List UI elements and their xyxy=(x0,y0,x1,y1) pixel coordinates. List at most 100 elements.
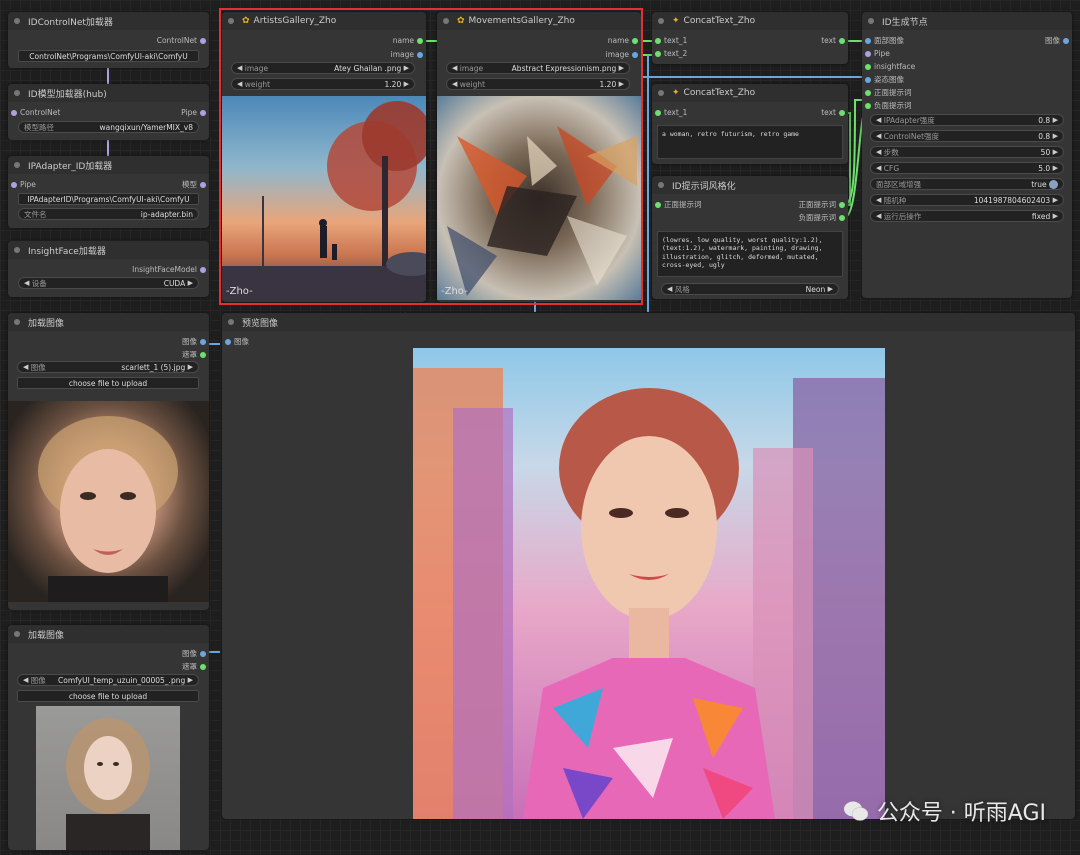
face-photo-illustration xyxy=(38,416,178,602)
model-path-widget[interactable]: 模型路径 wangqixun/YamerMIX_v8 xyxy=(18,121,199,133)
input-socket[interactable] xyxy=(11,110,17,116)
arrow-right-icon[interactable]: ▶ xyxy=(1053,116,1058,124)
input-label: text_2 xyxy=(664,49,688,58)
pose-reference-photo xyxy=(36,706,180,850)
pose-photo-illustration xyxy=(66,718,150,850)
output-socket[interactable] xyxy=(200,182,206,188)
image-select-widget[interactable]: ◀ 图像 scarlett_1 (5).jpg ▶ xyxy=(17,361,199,373)
controlnet-path-field[interactable]: ControlNet\Programs\ComfyUI-aki\ComfyU xyxy=(18,50,199,62)
output-socket[interactable] xyxy=(839,38,845,44)
device-widget[interactable]: ◀ 设备 CUDA ▶ xyxy=(18,277,199,289)
filename-widget[interactable]: 文件名 ip-adapter.bin xyxy=(18,208,199,220)
node-title: IDControlNet加载器 xyxy=(28,17,113,28)
input-socket-pose-image[interactable] xyxy=(865,77,871,83)
input-label: 正面提示词 xyxy=(874,88,912,97)
controlnet-strength-widget[interactable]: ◀ ControlNet强度 0.8 ▶ xyxy=(870,130,1064,142)
input-socket-text2[interactable] xyxy=(655,51,661,57)
output-label: 遮罩 xyxy=(182,350,197,359)
cfg-widget[interactable]: ◀ CFG 5.0 ▶ xyxy=(870,162,1064,174)
node-title: IPAdapter_ID加载器 xyxy=(28,161,113,172)
output-socket[interactable] xyxy=(1063,38,1069,44)
input-socket-image[interactable] xyxy=(225,339,231,345)
arrow-left-icon[interactable]: ◀ xyxy=(876,116,881,124)
arrow-left-icon[interactable]: ◀ xyxy=(876,212,881,220)
style-widget[interactable]: ◀ 风格 Neon ▶ xyxy=(661,283,839,295)
input-socket[interactable] xyxy=(655,202,661,208)
node-title: 加载图像 xyxy=(28,318,65,329)
output-socket-image[interactable] xyxy=(200,339,206,345)
load-image-node-2[interactable]: 加载图像 图像 遮罩 ◀ 图像 ComfyUI_temp_uzuin_00005_… xyxy=(8,625,209,850)
upload-button[interactable]: choose file to upload xyxy=(17,377,199,389)
output-label: InsightFaceModel xyxy=(132,265,197,274)
id-model-loader-node[interactable]: ID模型加载器(hub) ControlNet Pipe 模型路径 wangqix… xyxy=(8,84,209,140)
output-label: 遮罩 xyxy=(182,662,197,671)
output-socket[interactable] xyxy=(200,110,206,116)
image-select-widget[interactable]: ◀ 图像 ComfyUI_temp_uzuin_00005_.png ▶ xyxy=(17,674,199,686)
prompt-textarea[interactable]: a woman, retro futurism, retro game xyxy=(657,125,843,159)
arrow-right-icon[interactable]: ▶ xyxy=(1053,148,1058,156)
input-socket-text1[interactable] xyxy=(655,38,661,44)
upload-button[interactable]: choose file to upload xyxy=(17,690,199,702)
arrow-left-icon[interactable]: ◀ xyxy=(876,132,881,140)
input-label: ControlNet xyxy=(20,108,61,117)
ipadapter-loader-node[interactable]: IPAdapter_ID加载器 Pipe 模型 IPAdapterID\Prog… xyxy=(8,156,209,228)
node-title: 加载图像 xyxy=(28,630,65,641)
arrow-right-icon[interactable]: ▶ xyxy=(188,363,193,371)
input-socket-positive[interactable] xyxy=(865,90,871,96)
after-run-widget[interactable]: ◀ 运行后操作 fixed ▶ xyxy=(870,210,1064,222)
output-socket-mask[interactable] xyxy=(200,664,206,670)
toggle-knob[interactable] xyxy=(1049,179,1058,189)
node-title: ConcatText_Zho xyxy=(683,88,756,98)
negative-prompt-textarea[interactable]: (lowres, low quality, worst quality:1.2)… xyxy=(657,231,843,277)
input-socket-face-image[interactable] xyxy=(865,38,871,44)
arrow-right-icon[interactable]: ▶ xyxy=(188,279,193,287)
seed-widget[interactable]: ◀ 随机种 1041987804602403 ▶ xyxy=(870,194,1064,206)
output-label: 模型 xyxy=(182,180,197,189)
input-socket-insightface[interactable] xyxy=(865,64,871,70)
idcontrolnet-loader-node[interactable]: IDControlNet加载器 ControlNet ControlNet\Pr… xyxy=(8,12,209,68)
output-socket-mask[interactable] xyxy=(200,352,206,358)
ipadapter-strength-widget[interactable]: ◀ IPAdapter强度 0.8 ▶ xyxy=(870,114,1064,126)
output-label: 图像 xyxy=(182,337,197,346)
arrow-left-icon[interactable]: ◀ xyxy=(876,196,881,204)
output-socket[interactable] xyxy=(839,110,845,116)
wechat-icon xyxy=(843,800,869,822)
id-generate-node[interactable]: ID生成节点 图像 面部图像 Pipe insightface 姿态图像 正面提… xyxy=(862,12,1072,298)
arrow-right-icon[interactable]: ▶ xyxy=(188,676,193,684)
insightface-loader-node[interactable]: InsightFace加载器 InsightFaceModel ◀ 设备 CUDA… xyxy=(8,241,209,297)
highlight-box xyxy=(219,8,643,305)
output-socket-negative[interactable] xyxy=(839,215,845,221)
arrow-right-icon[interactable]: ▶ xyxy=(828,285,833,293)
arrow-right-icon[interactable]: ▶ xyxy=(1053,164,1058,172)
arrow-left-icon[interactable]: ◀ xyxy=(24,279,29,287)
ipadapter-path-field[interactable]: IPAdapterID\Programs\ComfyUI-aki\ComfyU xyxy=(18,193,199,205)
load-image-node-1[interactable]: 加载图像 图像 遮罩 ◀ 图像 scarlett_1 (5).jpg ▶ choo… xyxy=(8,313,209,610)
preview-image-node[interactable]: 预览图像 图像 xyxy=(222,313,1075,819)
arrow-left-icon[interactable]: ◀ xyxy=(876,148,881,156)
arrow-left-icon[interactable]: ◀ xyxy=(876,164,881,172)
concat-text-node-1[interactable]: ✦ ConcatText_Zho text_1 text_2 text xyxy=(652,12,848,64)
input-label: 负面提示词 xyxy=(874,101,912,110)
arrow-right-icon[interactable]: ▶ xyxy=(1053,196,1058,204)
arrow-right-icon[interactable]: ▶ xyxy=(1053,212,1058,220)
input-socket-negative[interactable] xyxy=(865,103,871,109)
arrow-left-icon[interactable]: ◀ xyxy=(23,363,28,371)
output-label: text xyxy=(821,36,836,45)
output-socket-image[interactable] xyxy=(200,651,206,657)
input-socket-pipe[interactable] xyxy=(865,51,871,57)
arrow-right-icon[interactable]: ▶ xyxy=(1053,132,1058,140)
output-label: 负面提示词 xyxy=(798,213,837,222)
output-socket[interactable] xyxy=(200,38,206,44)
face-enhance-toggle[interactable]: 面部区域增强 true xyxy=(870,178,1064,190)
output-label: ControlNet xyxy=(156,36,197,45)
input-socket[interactable] xyxy=(11,182,17,188)
steps-widget[interactable]: ◀ 步数 50 ▶ xyxy=(870,146,1064,158)
output-socket[interactable] xyxy=(200,267,206,273)
output-label: 正面提示词 xyxy=(798,200,837,209)
input-socket-text1[interactable] xyxy=(655,110,661,116)
arrow-left-icon[interactable]: ◀ xyxy=(23,676,28,684)
concat-text-node-2[interactable]: ✦ ConcatText_Zho text_1 text a woman, ret… xyxy=(652,84,848,164)
id-prompt-style-node[interactable]: ID提示词风格化 正面提示词 正面提示词 负面提示词 (lowres, low … xyxy=(652,176,848,299)
arrow-left-icon[interactable]: ◀ xyxy=(667,285,672,293)
output-socket-positive[interactable] xyxy=(839,202,845,208)
